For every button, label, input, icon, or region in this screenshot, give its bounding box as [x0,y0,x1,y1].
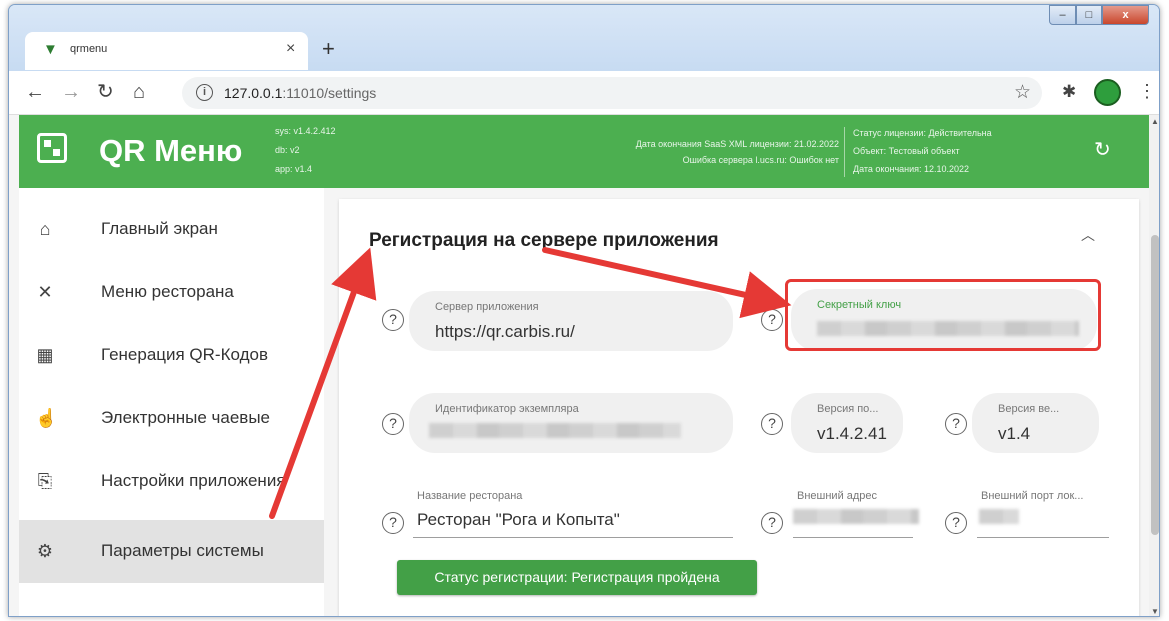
app-header: QR Меню sys: v1.4.2.412 db: v2 app: v1.4… [19,115,1149,188]
minimize-button[interactable]: – [1049,5,1076,25]
browser-menu-icon[interactable]: ⋮ [1138,81,1156,101]
profile-avatar[interactable] [1094,79,1121,106]
restaurant-name-label: Название ресторана [417,490,523,502]
sidebar-item-home[interactable]: ⌂ Главный экран [19,198,324,261]
address-bar[interactable]: i 127.0.0.1:11010/settings ☆ [182,77,1042,109]
new-tab-button[interactable]: + [322,38,335,60]
help-icon[interactable]: ? [382,413,404,435]
server-error-status: Ошибка сервера l.ucs.ru: Ошибок нет [682,155,839,165]
instance-id-label: Идентификатор экземпляра [435,403,579,415]
external-port-underline [977,537,1109,538]
external-address-value-blurred[interactable] [793,509,919,524]
close-window-button[interactable]: x [1102,5,1149,25]
brand-title: QR Меню [99,133,243,168]
qr-logo-icon [37,133,67,163]
app-settings-icon: ⎘ [37,471,53,491]
browser-window: ▼ qrmenu × + – □ x ← → ↻ ⌂ i 127.0.0.1:1… [8,4,1160,617]
tab-strip: ▼ qrmenu × + – □ x [9,5,1159,71]
reload-icon[interactable]: ↻ [97,81,114,103]
scroll-down-icon[interactable]: ▼ [1151,607,1159,616]
sidebar-item-app-settings[interactable]: ⎘ Настройки приложения [19,450,324,513]
version-po-label: Версия по... [817,403,879,415]
home-button-icon[interactable]: ⌂ [133,81,145,103]
version-sys: sys: v1.4.2.412 [275,126,336,136]
version-po-value: v1.4.2.41 [817,424,887,443]
version-db: db: v2 [275,145,300,155]
extensions-puzzle-icon[interactable]: ✱ [1062,82,1076,102]
qr-code-icon: ▦ [36,345,54,365]
browser-toolbar: ← → ↻ ⌂ i 127.0.0.1:11010/settings ☆ ✱ ⋮ [9,71,1159,115]
sidebar-item-label: Электронные чаевые [101,408,270,427]
sidebar-item-qr-codes[interactable]: ▦ Генерация QR-Кодов [19,324,324,387]
sidebar: ⌂ Главный экран ✕ Меню ресторана ▦ Генер… [19,188,324,616]
help-icon[interactable]: ? [382,512,404,534]
forward-arrow-icon[interactable]: → [61,81,81,103]
restaurant-name-underline [413,537,733,538]
external-port-label: Внешний порт лок... [981,490,1084,502]
tips-hand-icon: ☝ [35,408,58,428]
tab-close-icon[interactable]: × [286,40,295,58]
registration-card: Регистрация на сервере приложения ︿ ? Се… [339,199,1139,616]
license-status: Статус лицензии: Действительна [853,128,992,138]
sidebar-item-label: Главный экран [101,219,218,238]
section-title: Регистрация на сервере приложения [369,230,719,251]
collapse-chevron-icon[interactable]: ︿ [1081,225,1095,245]
help-icon[interactable]: ? [761,309,783,331]
help-icon[interactable]: ? [382,309,404,331]
restaurant-name-value[interactable]: Ресторан "Рога и Копыта" [417,510,620,530]
gear-icon: ⚙ [36,541,54,561]
home-icon: ⌂ [39,219,51,239]
scroll-up-icon[interactable]: ▲ [1151,117,1159,126]
secret-key-highlight-box [785,279,1101,351]
version-ve-value: v1.4 [998,424,1031,443]
sidebar-item-tips[interactable]: ☝ Электронные чаевые [19,387,324,450]
help-icon[interactable]: ? [945,512,967,534]
instance-id-value-blurred [429,423,681,438]
external-port-value-blurred[interactable] [979,509,1019,524]
sidebar-item-label: Меню ресторана [101,282,234,301]
cutlery-icon: ✕ [37,282,53,302]
registration-status-button[interactable]: Статус регистрации: Регистрация пройдена [397,560,757,595]
help-icon[interactable]: ? [945,413,967,435]
scroll-thumb[interactable] [1151,235,1159,535]
server-field[interactable]: Сервер приложения https://qr.carbis.ru/ [409,291,733,351]
version-ve-field[interactable]: Версия ве... v1.4 [972,393,1099,453]
sidebar-item-menu[interactable]: ✕ Меню ресторана [19,261,324,324]
server-value: https://qr.carbis.ru/ [435,322,575,341]
sidebar-item-label: Настройки приложения [101,471,286,490]
external-address-underline [793,537,913,538]
version-app: app: v1.4 [275,164,313,174]
page-scrollbar[interactable]: ▲ ▼ [1149,115,1159,616]
version-po-field[interactable]: Версия по... v1.4.2.41 [791,393,903,453]
server-label: Сервер приложения [435,301,539,313]
saas-license-date: Дата окончания SaaS XML лицензии: 21.02.… [635,139,839,149]
external-address-label: Внешний адрес [797,490,878,502]
maximize-button[interactable]: □ [1076,5,1102,25]
help-icon[interactable]: ? [761,413,783,435]
tab-title: qrmenu [70,43,108,55]
help-icon[interactable]: ? [761,512,783,534]
sidebar-item-label: Генерация QR-Кодов [101,345,268,364]
back-arrow-icon[interactable]: ← [25,81,45,103]
header-divider [844,127,845,177]
license-object: Объект: Тестовый объект [853,146,960,156]
sidebar-item-label: Параметры системы [101,541,264,560]
bookmark-star-icon[interactable]: ☆ [1014,81,1031,104]
app-page: QR Меню sys: v1.4.2.412 db: v2 app: v1.4… [9,115,1149,616]
license-end-date: Дата окончания: 12.10.2022 [853,164,970,174]
refresh-icon[interactable]: ↻ [1094,139,1111,161]
version-ve-label: Версия ве... [998,403,1060,415]
qrmenu-logo-icon: ▼ [43,41,58,58]
sidebar-item-system-params[interactable]: ⚙ Параметры системы [19,520,324,583]
site-info-icon[interactable]: i [196,84,213,101]
browser-tab[interactable]: ▼ qrmenu × [25,32,308,70]
url-text: 127.0.0.1:11010/settings [224,85,377,101]
instance-id-field[interactable]: Идентификатор экземпляра [409,393,733,453]
